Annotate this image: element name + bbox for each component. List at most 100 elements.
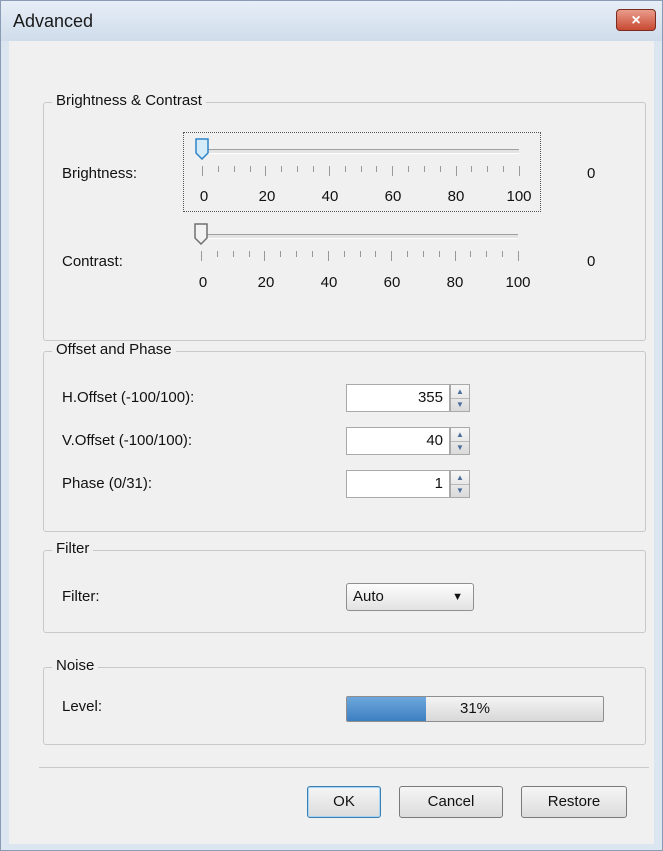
spin-up-icon[interactable]: ▲ — [451, 428, 469, 442]
group-legend: Brightness & Contrast — [52, 92, 206, 109]
slider-tick — [376, 166, 378, 172]
progress-text: 31% — [459, 700, 491, 717]
v-offset-label: V.Offset (-100/100): — [62, 432, 193, 449]
slider-tick — [249, 166, 251, 172]
tick-label: 80 — [447, 188, 465, 205]
slider-tick — [408, 166, 410, 172]
slider-tick — [391, 251, 393, 261]
brightness-label: Brightness: — [62, 165, 138, 182]
slider-tick — [201, 251, 202, 261]
slider-tick — [360, 166, 362, 172]
tick-label: 60 — [383, 274, 401, 291]
advanced-dialog: Advanced × Brightness & Contrast Brightn… — [0, 0, 663, 851]
tick-label: 20 — [258, 188, 276, 205]
filter-selected-value: Auto — [353, 588, 384, 605]
slider-tick — [311, 251, 313, 257]
spin-down-icon[interactable]: ▼ — [451, 484, 469, 497]
title-bar[interactable]: Advanced × — [1, 1, 662, 41]
noise-group: Noise Level: 31% — [43, 657, 646, 745]
slider-tick — [217, 166, 219, 172]
tick-label: 60 — [384, 188, 402, 205]
tick-label: 20 — [257, 274, 275, 291]
tick-label: 100 — [506, 188, 532, 205]
ok-button[interactable]: OK — [307, 786, 381, 818]
phase-label: Phase (0/31): — [62, 475, 153, 492]
phase-spinner[interactable]: ▲ ▼ — [450, 470, 470, 498]
slider-track — [200, 234, 518, 239]
slider-tick — [232, 251, 234, 257]
group-legend: Offset and Phase — [52, 341, 176, 358]
tick-label: 40 — [320, 274, 338, 291]
slider-tick — [438, 251, 440, 257]
group-legend: Filter — [52, 540, 94, 557]
slider-tick — [487, 166, 489, 172]
slider-tick — [422, 251, 424, 257]
slider-tick — [265, 166, 267, 176]
tick-label: 0 — [199, 188, 209, 205]
v-offset-spinner[interactable]: ▲ ▼ — [450, 427, 470, 455]
slider-tick — [280, 251, 282, 257]
spin-up-icon[interactable]: ▲ — [451, 471, 469, 485]
filter-label: Filter: — [62, 588, 100, 605]
slider-tick — [343, 251, 345, 257]
brightness-slider[interactable]: 0 20 40 60 80 100 — [183, 132, 541, 212]
spin-up-icon[interactable]: ▲ — [451, 385, 469, 399]
contrast-label: Contrast: — [62, 253, 123, 270]
slider-tick — [486, 251, 488, 257]
slider-tick — [519, 166, 520, 176]
spin-down-icon[interactable]: ▼ — [451, 441, 469, 454]
close-icon: × — [631, 12, 641, 29]
tick-label: 40 — [321, 188, 339, 205]
slider-tick — [407, 251, 409, 257]
contrast-value: 0 — [587, 253, 596, 270]
slider-tick — [233, 166, 235, 172]
slider-tick — [439, 166, 441, 172]
h-offset-label: H.Offset (-100/100): — [62, 389, 195, 406]
h-offset-spinner[interactable]: ▲ ▼ — [450, 384, 470, 412]
restore-button[interactable]: Restore — [521, 786, 627, 818]
slider-tick — [454, 251, 456, 261]
slider-tick — [503, 166, 505, 172]
slider-tick — [312, 166, 314, 172]
slider-tick — [375, 251, 377, 257]
v-offset-input[interactable]: 40 — [346, 427, 450, 455]
tick-label: 0 — [198, 274, 208, 291]
slider-tick — [202, 166, 203, 176]
slider-tick — [392, 166, 394, 176]
phase-input[interactable]: 1 — [346, 470, 450, 498]
slider-tick — [297, 166, 299, 172]
window-title: Advanced — [13, 11, 94, 31]
slider-tick — [264, 251, 266, 261]
slider-tick — [471, 166, 473, 172]
slider-tick — [327, 251, 329, 261]
slider-tick — [470, 251, 472, 257]
slider-tick — [296, 251, 298, 257]
slider-thumb[interactable] — [194, 223, 208, 245]
slider-tick — [502, 251, 504, 257]
contrast-slider[interactable]: 0 20 40 60 80 100 — [183, 218, 541, 298]
brightness-contrast-group: Brightness & Contrast Brightness: 0 20 4… — [43, 92, 646, 341]
h-offset-input[interactable]: 355 — [346, 384, 450, 412]
tick-row — [184, 133, 540, 211]
tick-label: 80 — [446, 274, 464, 291]
close-button[interactable]: × — [616, 9, 656, 31]
noise-progress-bar: 31% — [346, 696, 604, 722]
cancel-button[interactable]: Cancel — [399, 786, 503, 818]
divider — [39, 767, 649, 768]
slider-tick — [359, 251, 361, 257]
tick-label: 100 — [505, 274, 531, 291]
brightness-value: 0 — [587, 165, 596, 182]
noise-level-label: Level: — [62, 698, 103, 715]
slider-tick — [344, 166, 346, 172]
slider-tick — [518, 251, 519, 261]
slider-tick — [248, 251, 250, 257]
chevron-down-icon: ▼ — [452, 591, 463, 603]
dialog-body: Brightness & Contrast Brightness: 0 20 4… — [9, 41, 654, 844]
slider-tick — [328, 166, 330, 176]
slider-tick — [216, 251, 218, 257]
spin-down-icon[interactable]: ▼ — [451, 398, 469, 411]
filter-select[interactable]: Auto ▼ — [346, 583, 474, 611]
slider-tick — [281, 166, 283, 172]
group-legend: Noise — [52, 657, 99, 674]
slider-tick — [423, 166, 425, 172]
